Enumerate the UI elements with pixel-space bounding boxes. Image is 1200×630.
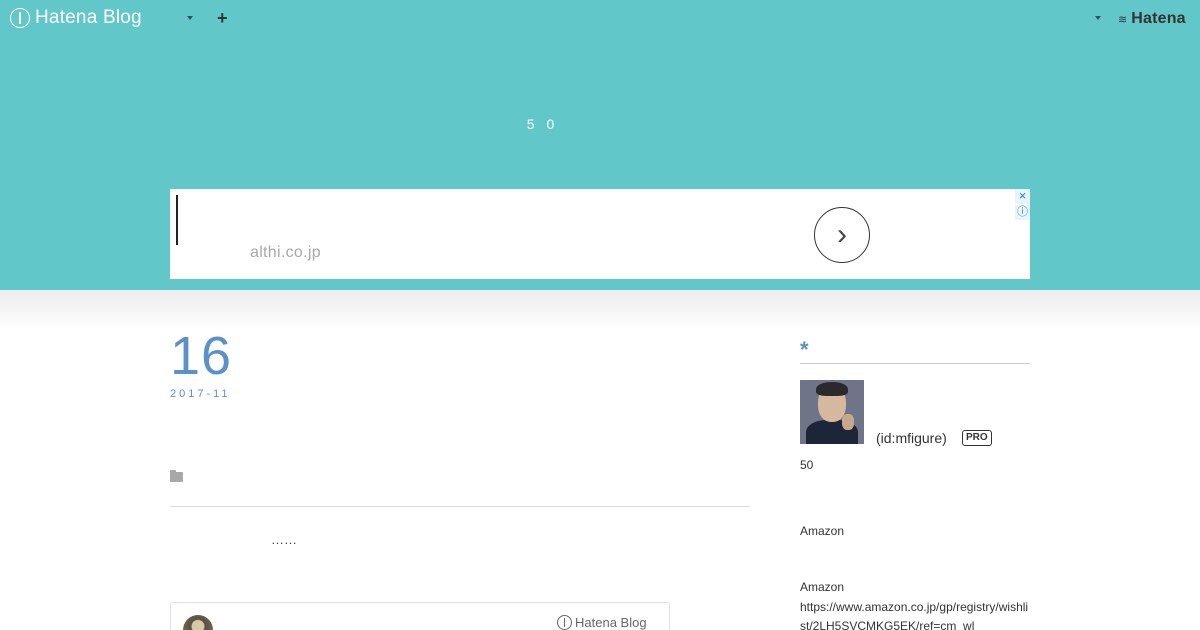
blog-title[interactable]: 5 0: [0, 116, 1085, 132]
hatena-blog-logo-icon: [557, 615, 572, 630]
ad-close-icon[interactable]: ×: [1015, 189, 1030, 204]
hatena-label: Hatena: [1131, 10, 1186, 27]
caret-down-icon[interactable]: [187, 16, 193, 20]
folder-icon: [170, 470, 183, 482]
sidebar-heading: *: [800, 337, 809, 362]
profile-avatar[interactable]: [800, 380, 864, 444]
sidebar-divider: [800, 363, 1030, 364]
brand-label: Hatena Blog: [35, 7, 142, 28]
ad-banner[interactable]: althi.co.jp › × ⓘ: [170, 189, 1030, 279]
hatena-link[interactable]: ≋ Hatena: [1118, 10, 1186, 28]
hatena-blog-logo-icon: [10, 8, 30, 28]
header-shadow: [0, 290, 1200, 330]
amazon-wishlist-link[interactable]: https://www.amazon.co.jp/gp/registry/wis…: [800, 598, 1032, 630]
sidebar-amazon-label: Amazon: [800, 524, 845, 538]
ad-domain[interactable]: althi.co.jp: [250, 244, 321, 262]
caret-down-icon[interactable]: [1095, 16, 1101, 20]
hatena-wifi-icon: ≋: [1118, 13, 1128, 26]
pro-badge: PRO: [962, 430, 992, 446]
entry-date-year-month[interactable]: 2017-11: [170, 388, 231, 400]
blog-embed-card[interactable]: Hatena Blog: [170, 602, 670, 630]
sidebar-amazon-label: Amazon: [800, 580, 845, 594]
embed-brand-label: Hatena Blog: [575, 615, 647, 630]
hatena-blog-brand[interactable]: Hatena Blog: [10, 7, 142, 29]
blog-header: 5 0 althi.co.jp › × ⓘ: [0, 0, 1200, 290]
global-header: Hatena Blog + ≋ Hatena: [0, 0, 1200, 40]
avatar: [183, 615, 213, 630]
avatar-hand: [842, 414, 854, 430]
avatar-hair: [816, 382, 848, 396]
chevron-right-icon[interactable]: ›: [814, 207, 870, 263]
add-post-button[interactable]: +: [217, 8, 228, 28]
profile-user-id[interactable]: (id:mfigure): [876, 430, 947, 446]
entry-date-day[interactable]: 16: [170, 326, 232, 386]
ad-text-cursor: [176, 195, 178, 245]
entry-excerpt: ……: [271, 532, 297, 547]
entry-divider: [170, 506, 750, 507]
embed-brand[interactable]: Hatena Blog: [557, 615, 647, 630]
sidebar-text-50: 50: [800, 458, 814, 472]
ad-info-icon[interactable]: ⓘ: [1015, 205, 1030, 220]
